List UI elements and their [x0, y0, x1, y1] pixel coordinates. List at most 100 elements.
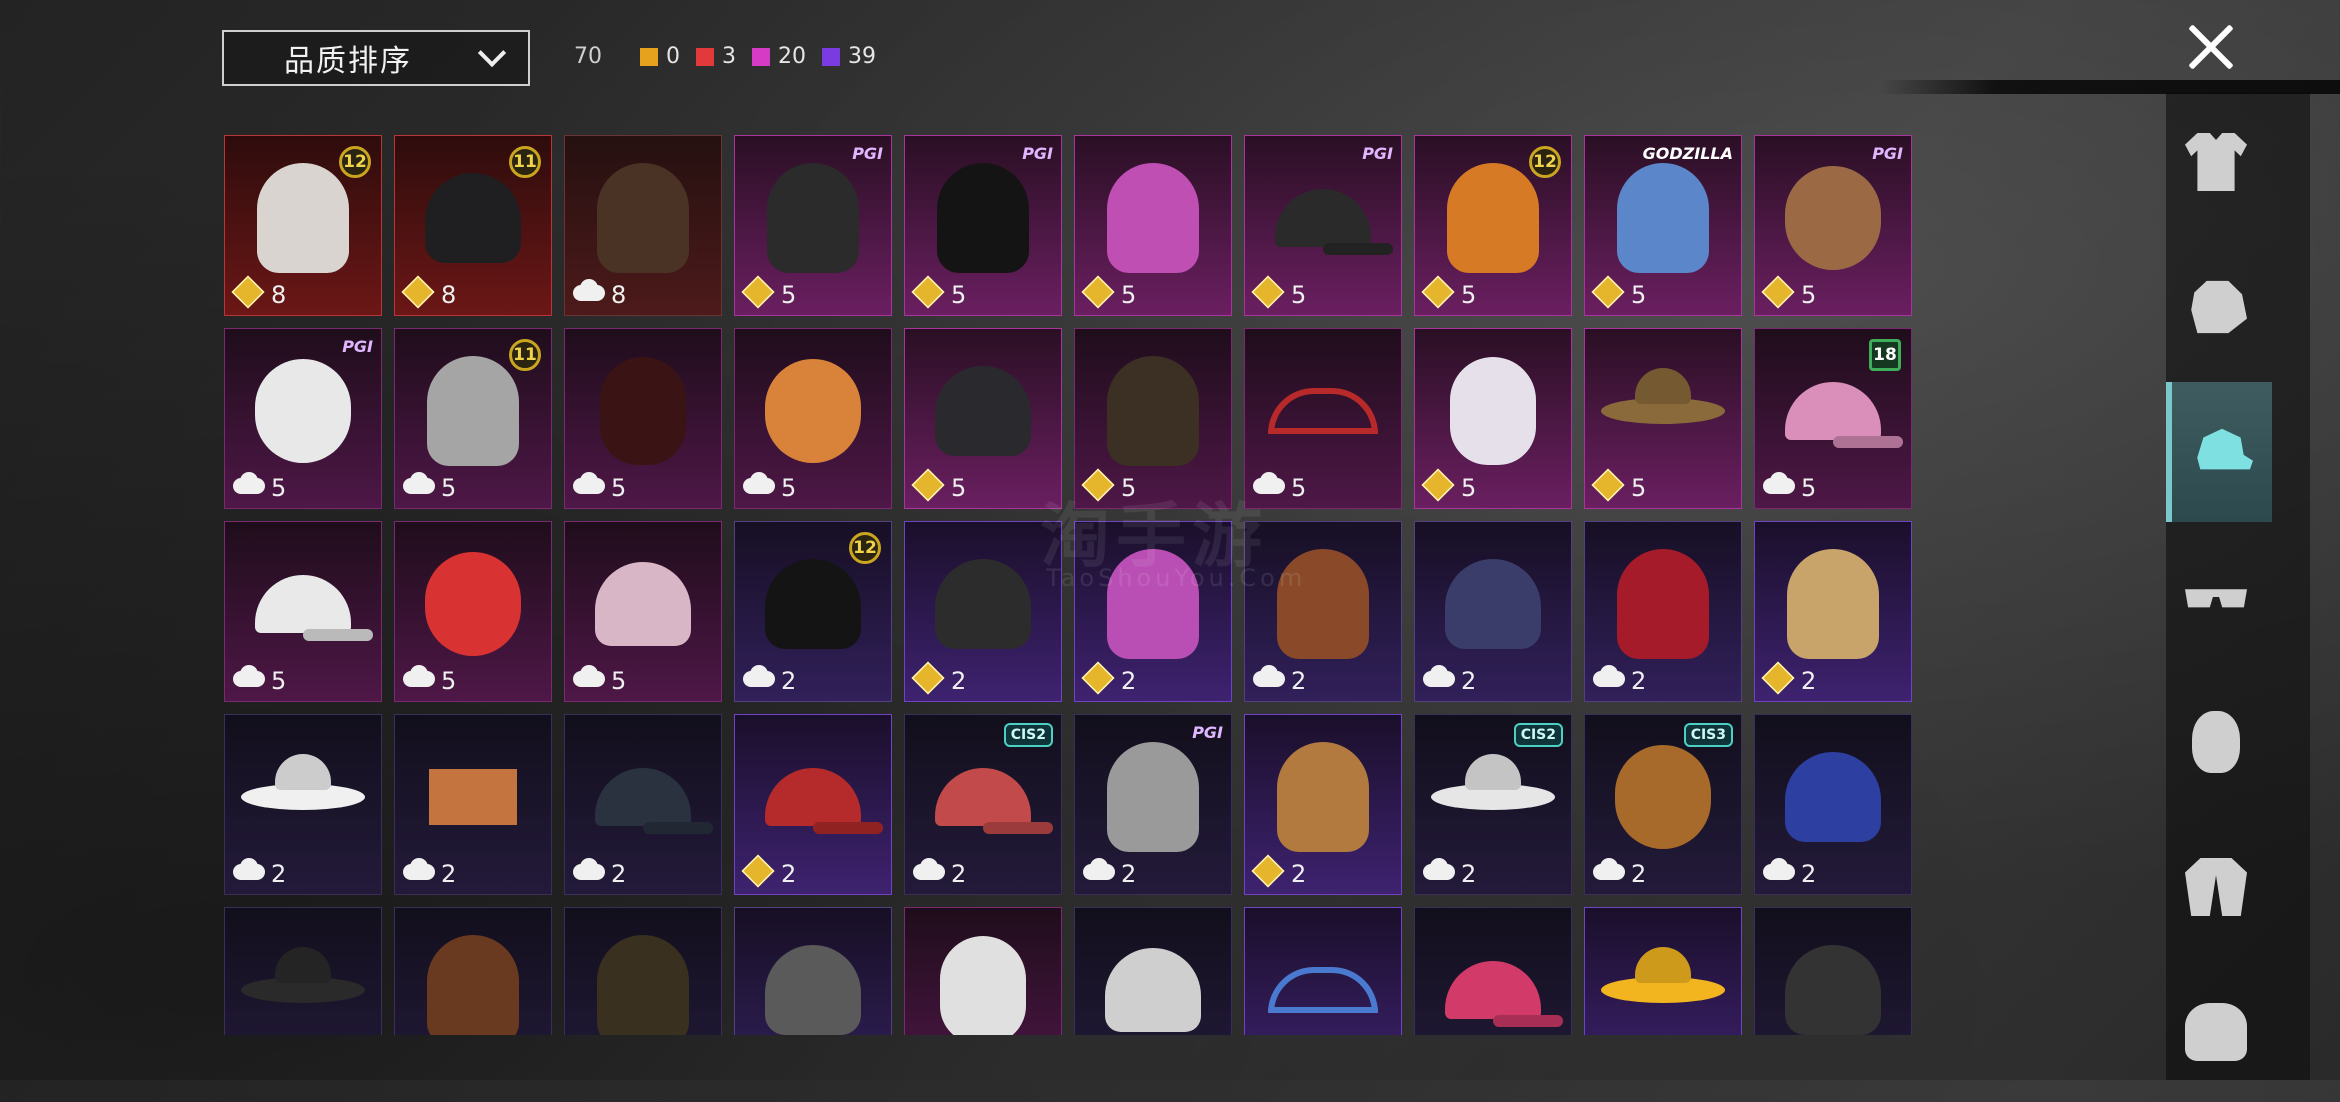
brand-badge: CIS3	[1683, 723, 1733, 747]
item-tile[interactable]: 5	[224, 521, 382, 702]
item-tile[interactable]: 2	[564, 714, 722, 895]
item-value: 5	[951, 474, 967, 502]
item-image-helmet	[1785, 752, 1881, 843]
item-value: 2	[781, 667, 797, 695]
rarity-count-mythic: 20	[752, 44, 806, 69]
item-value: 2	[1121, 667, 1137, 695]
watermark-sub: TaoShouYou.Com	[1046, 564, 1307, 592]
item-value: 5	[1801, 474, 1817, 502]
item-image-helmet	[765, 559, 861, 650]
item-image-cap	[935, 768, 1031, 827]
item-tile[interactable]: 5	[734, 328, 892, 509]
item-image-hair	[1447, 163, 1539, 274]
item-tile[interactable]	[1244, 907, 1402, 1035]
item-tile[interactable]: 5	[904, 328, 1062, 509]
item-tile[interactable]: 2	[224, 714, 382, 895]
item-value: 5	[781, 474, 797, 502]
cloud-currency-icon	[573, 279, 605, 305]
item-tile[interactable]	[1584, 907, 1742, 1035]
item-value: 5	[611, 667, 627, 695]
item-tile[interactable]: 5	[394, 521, 552, 702]
item-tile[interactable]: PGI 5	[734, 135, 892, 316]
item-tile[interactable]: 2	[1584, 521, 1742, 702]
item-tile[interactable]: 11 5	[394, 328, 552, 509]
side-tab-helmet[interactable]	[2166, 237, 2266, 377]
item-tile[interactable]: PGI 5	[904, 135, 1062, 316]
item-tile[interactable]: 5	[1074, 135, 1232, 316]
outfit-icon	[2185, 133, 2247, 191]
item-tile[interactable]: CIS2 2	[904, 714, 1062, 895]
side-tab-outfit[interactable]	[2166, 92, 2266, 232]
item-tile[interactable]: 2	[904, 521, 1062, 702]
diamond-currency-icon	[911, 661, 945, 695]
item-image-head	[425, 552, 521, 657]
item-tile[interactable]: 12 2	[734, 521, 892, 702]
item-image-cap	[1445, 961, 1541, 1020]
item-value: 2	[441, 860, 457, 888]
side-tab-face[interactable]	[2166, 672, 2266, 812]
item-tile[interactable]: 5	[1414, 328, 1572, 509]
item-tile[interactable]: 12 8	[224, 135, 382, 316]
item-tile[interactable]: 5	[564, 328, 722, 509]
item-tile[interactable]: 18 5	[1754, 328, 1912, 509]
item-tile[interactable]	[1074, 907, 1232, 1035]
item-image-cap	[1785, 382, 1881, 441]
cloud-currency-icon	[233, 472, 265, 498]
close-icon[interactable]	[2186, 22, 2236, 72]
diamond-currency-icon	[741, 275, 775, 309]
cloud-currency-icon	[1763, 472, 1795, 498]
item-tile[interactable]: 11 8	[394, 135, 552, 316]
item-value: 2	[1801, 860, 1817, 888]
item-tile[interactable]: PGI 2	[1074, 714, 1232, 895]
sort-dropdown[interactable]: 品质排序	[222, 30, 530, 86]
diamond-currency-icon	[741, 854, 775, 888]
item-tile[interactable]: 2	[1414, 521, 1572, 702]
item-image-hat	[1431, 784, 1555, 811]
item-tile[interactable]	[1414, 907, 1572, 1035]
item-value: 5	[1461, 281, 1477, 309]
item-tile[interactable]: CIS2 2	[1414, 714, 1572, 895]
item-tile[interactable]	[734, 907, 892, 1035]
item-value: 2	[271, 860, 287, 888]
item-tile[interactable]	[1754, 907, 1912, 1035]
rarity-count-value: 20	[778, 44, 806, 69]
item-image-head	[1615, 745, 1711, 850]
item-image-hair	[1617, 549, 1709, 660]
item-tile[interactable]: GODZILLA 5	[1584, 135, 1742, 316]
item-tile[interactable]: CIS3 2	[1584, 714, 1742, 895]
side-tab-glasses[interactable]	[2166, 527, 2266, 667]
item-tile[interactable]	[394, 907, 552, 1035]
item-value: 5	[951, 281, 967, 309]
item-image-hair	[597, 163, 689, 274]
item-tile[interactable]: 5	[564, 521, 722, 702]
side-tab-jacket[interactable]	[2166, 817, 2266, 957]
item-tile[interactable]: 5	[1584, 328, 1742, 509]
item-tile[interactable]: 2	[734, 714, 892, 895]
item-tile[interactable]: 2	[1754, 714, 1912, 895]
item-value: 2	[611, 860, 627, 888]
cloud-currency-icon	[913, 858, 945, 884]
item-value: 2	[781, 860, 797, 888]
item-value: 8	[271, 281, 287, 309]
item-tile[interactable]: 8	[564, 135, 722, 316]
item-tile[interactable]: 2	[1244, 714, 1402, 895]
item-tile[interactable]: 12 5	[1414, 135, 1572, 316]
rarity-swatch-rare	[822, 47, 840, 66]
item-tile[interactable]: 2	[394, 714, 552, 895]
item-tile[interactable]	[904, 907, 1062, 1035]
diamond-currency-icon	[1421, 275, 1455, 309]
side-tab-hat[interactable]	[2166, 382, 2272, 522]
item-image-hair	[937, 163, 1029, 274]
item-tile[interactable]: PGI 5	[1244, 135, 1402, 316]
level-badge: 12	[849, 532, 881, 564]
brand-badge: PGI	[1872, 144, 1903, 163]
item-image-head	[765, 359, 861, 464]
item-tile[interactable]: PGI 5	[224, 328, 382, 509]
item-tile[interactable]	[564, 907, 722, 1035]
item-tile[interactable]: PGI 5	[1754, 135, 1912, 316]
item-tile[interactable]	[224, 907, 382, 1035]
item-tile[interactable]: 2	[1754, 521, 1912, 702]
side-tab-backpack[interactable]	[2166, 962, 2266, 1102]
item-value: 2	[1121, 860, 1137, 888]
item-value: 5	[611, 474, 627, 502]
